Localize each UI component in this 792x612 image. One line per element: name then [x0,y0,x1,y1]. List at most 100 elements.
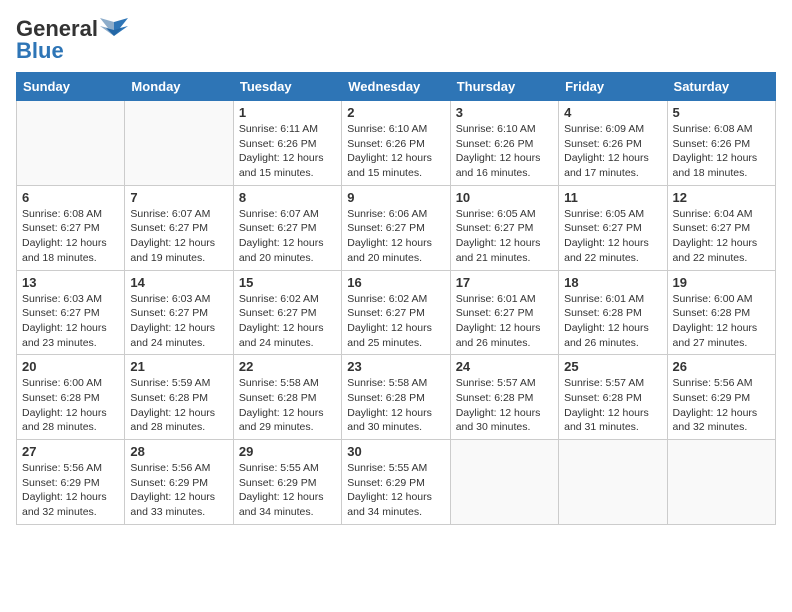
day-info: Sunrise: 6:02 AM Sunset: 6:27 PM Dayligh… [347,292,444,351]
day-info: Sunrise: 6:01 AM Sunset: 6:27 PM Dayligh… [456,292,553,351]
calendar-week-row: 27 Sunrise: 5:56 AM Sunset: 6:29 PM Dayli… [17,440,776,525]
day-info: Sunrise: 5:56 AM Sunset: 6:29 PM Dayligh… [673,376,770,435]
calendar-day-cell: 29Sunrise: 5:55 AM Sunset: 6:29 PM Dayli… [233,440,341,525]
day-info: Sunrise: 5:58 AM Sunset: 6:28 PM Dayligh… [239,376,336,435]
calendar-day-cell [450,440,558,525]
day-number: 14 [130,275,227,290]
day-number: 1 [239,105,336,120]
calendar-day-cell: 27 Sunrise: 5:56 AM Sunset: 6:29 PM Dayli… [17,440,125,525]
calendar-day-cell: 2 Sunrise: 6:10 AM Sunset: 6:26 PM Daylig… [342,101,450,186]
logo: General Blue [16,16,128,64]
day-number: 8 [239,190,336,205]
day-info: Sunrise: 6:00 AM Sunset: 6:28 PM Dayligh… [673,292,770,351]
calendar-header-row: SundayMondayTuesdayWednesdayThursdayFrid… [17,73,776,101]
day-number: 3 [456,105,553,120]
day-number: 26 [673,359,770,374]
weekday-header-saturday: Saturday [667,73,775,101]
calendar-day-cell: 4 Sunrise: 6:09 AM Sunset: 6:26 PM Daylig… [559,101,667,186]
day-number: 28 [130,444,227,459]
day-number: 24 [456,359,553,374]
calendar-table: SundayMondayTuesdayWednesdayThursdayFrid… [16,72,776,525]
calendar-day-cell: 16 Sunrise: 6:02 AM Sunset: 6:27 PM Dayli… [342,270,450,355]
weekday-header-tuesday: Tuesday [233,73,341,101]
day-info: Sunrise: 5:56 AM Sunset: 6:29 PM Dayligh… [130,461,227,520]
calendar-day-cell: 28 Sunrise: 5:56 AM Sunset: 6:29 PM Dayli… [125,440,233,525]
day-info: Sunrise: 6:04 AM Sunset: 6:27 PM Dayligh… [673,207,770,266]
calendar-day-cell: 8 Sunrise: 6:07 AM Sunset: 6:27 PM Daylig… [233,185,341,270]
day-info: Sunrise: 5:57 AM Sunset: 6:28 PM Dayligh… [456,376,553,435]
day-number: 6 [22,190,119,205]
day-number: 11 [564,190,661,205]
day-info: Sunrise: 5:56 AM Sunset: 6:29 PM Dayligh… [22,461,119,520]
calendar-day-cell: 26 Sunrise: 5:56 AM Sunset: 6:29 PM Dayli… [667,355,775,440]
weekday-header-wednesday: Wednesday [342,73,450,101]
calendar-week-row: 6 Sunrise: 6:08 AM Sunset: 6:27 PM Daylig… [17,185,776,270]
page-header: General Blue [16,16,776,64]
calendar-day-cell [559,440,667,525]
day-number: 13 [22,275,119,290]
calendar-day-cell: 14 Sunrise: 6:03 AM Sunset: 6:27 PM Dayli… [125,270,233,355]
calendar-day-cell: 6 Sunrise: 6:08 AM Sunset: 6:27 PM Daylig… [17,185,125,270]
calendar-day-cell: 11 Sunrise: 6:05 AM Sunset: 6:27 PM Dayli… [559,185,667,270]
day-info: Sunrise: 6:05 AM Sunset: 6:27 PM Dayligh… [456,207,553,266]
day-number: 16 [347,275,444,290]
day-info: Sunrise: 6:06 AM Sunset: 6:27 PM Dayligh… [347,207,444,266]
day-info: Sunrise: 6:03 AM Sunset: 6:27 PM Dayligh… [22,292,119,351]
weekday-header-sunday: Sunday [17,73,125,101]
calendar-day-cell: 9 Sunrise: 6:06 AM Sunset: 6:27 PM Daylig… [342,185,450,270]
weekday-header-friday: Friday [559,73,667,101]
calendar-day-cell [667,440,775,525]
day-number: 27 [22,444,119,459]
day-info: Sunrise: 5:57 AM Sunset: 6:28 PM Dayligh… [564,376,661,435]
day-number: 17 [456,275,553,290]
calendar-day-cell: 19Sunrise: 6:00 AM Sunset: 6:28 PM Dayli… [667,270,775,355]
day-info: Sunrise: 6:08 AM Sunset: 6:27 PM Dayligh… [22,207,119,266]
calendar-day-cell: 10Sunrise: 6:05 AM Sunset: 6:27 PM Dayli… [450,185,558,270]
day-info: Sunrise: 6:00 AM Sunset: 6:28 PM Dayligh… [22,376,119,435]
day-info: Sunrise: 6:10 AM Sunset: 6:26 PM Dayligh… [347,122,444,181]
calendar-day-cell: 1Sunrise: 6:11 AM Sunset: 6:26 PM Daylig… [233,101,341,186]
day-number: 25 [564,359,661,374]
day-number: 29 [239,444,336,459]
day-number: 23 [347,359,444,374]
logo-bird-icon [100,18,128,38]
calendar-day-cell: 20Sunrise: 6:00 AM Sunset: 6:28 PM Dayli… [17,355,125,440]
calendar-day-cell: 30 Sunrise: 5:55 AM Sunset: 6:29 PM Dayli… [342,440,450,525]
day-number: 4 [564,105,661,120]
day-info: Sunrise: 6:02 AM Sunset: 6:27 PM Dayligh… [239,292,336,351]
day-info: Sunrise: 6:05 AM Sunset: 6:27 PM Dayligh… [564,207,661,266]
weekday-header-monday: Monday [125,73,233,101]
day-info: Sunrise: 6:09 AM Sunset: 6:26 PM Dayligh… [564,122,661,181]
day-number: 30 [347,444,444,459]
calendar-day-cell: 22 Sunrise: 5:58 AM Sunset: 6:28 PM Dayli… [233,355,341,440]
day-number: 22 [239,359,336,374]
day-info: Sunrise: 6:10 AM Sunset: 6:26 PM Dayligh… [456,122,553,181]
calendar-day-cell: 25 Sunrise: 5:57 AM Sunset: 6:28 PM Dayli… [559,355,667,440]
day-number: 2 [347,105,444,120]
calendar-day-cell: 7Sunrise: 6:07 AM Sunset: 6:27 PM Daylig… [125,185,233,270]
day-number: 12 [673,190,770,205]
day-info: Sunrise: 5:59 AM Sunset: 6:28 PM Dayligh… [130,376,227,435]
calendar-week-row: 20Sunrise: 6:00 AM Sunset: 6:28 PM Dayli… [17,355,776,440]
calendar-day-cell: 24 Sunrise: 5:57 AM Sunset: 6:28 PM Dayli… [450,355,558,440]
calendar-day-cell: 5Sunrise: 6:08 AM Sunset: 6:26 PM Daylig… [667,101,775,186]
day-number: 21 [130,359,227,374]
calendar-week-row: 13 Sunrise: 6:03 AM Sunset: 6:27 PM Dayli… [17,270,776,355]
day-number: 9 [347,190,444,205]
day-info: Sunrise: 6:07 AM Sunset: 6:27 PM Dayligh… [130,207,227,266]
day-number: 18 [564,275,661,290]
calendar-day-cell [17,101,125,186]
calendar-day-cell: 17 Sunrise: 6:01 AM Sunset: 6:27 PM Dayli… [450,270,558,355]
calendar-day-cell: 23Sunrise: 5:58 AM Sunset: 6:28 PM Dayli… [342,355,450,440]
calendar-day-cell: 3 Sunrise: 6:10 AM Sunset: 6:26 PM Daylig… [450,101,558,186]
calendar-day-cell: 12 Sunrise: 6:04 AM Sunset: 6:27 PM Dayli… [667,185,775,270]
calendar-week-row: 1Sunrise: 6:11 AM Sunset: 6:26 PM Daylig… [17,101,776,186]
day-number: 15 [239,275,336,290]
logo-blue: Blue [16,38,64,64]
day-info: Sunrise: 5:55 AM Sunset: 6:29 PM Dayligh… [347,461,444,520]
calendar-day-cell [125,101,233,186]
day-info: Sunrise: 6:07 AM Sunset: 6:27 PM Dayligh… [239,207,336,266]
calendar-day-cell: 15 Sunrise: 6:02 AM Sunset: 6:27 PM Dayli… [233,270,341,355]
day-info: Sunrise: 6:03 AM Sunset: 6:27 PM Dayligh… [130,292,227,351]
day-info: Sunrise: 6:01 AM Sunset: 6:28 PM Dayligh… [564,292,661,351]
